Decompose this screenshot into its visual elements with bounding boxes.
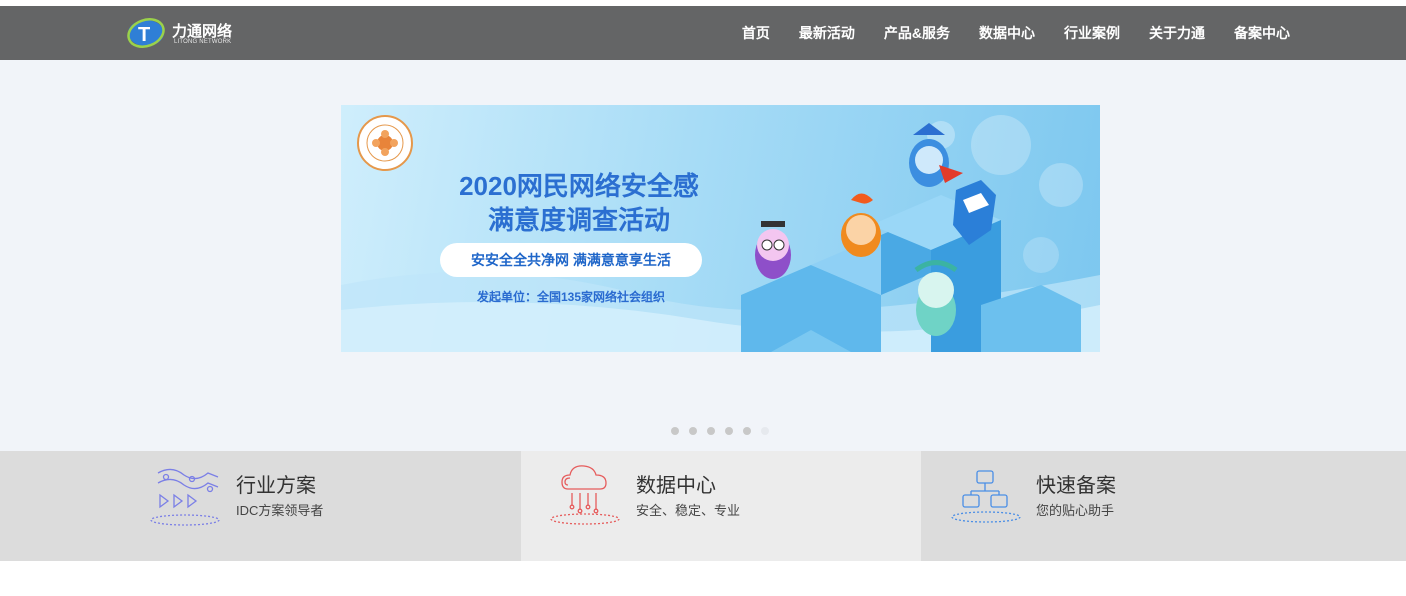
- feature-subtitle: IDC方案领导者: [236, 503, 324, 518]
- industry-solution-icon: [150, 468, 220, 526]
- nav-data-center[interactable]: 数据中心: [979, 23, 1035, 43]
- nav-products-services[interactable]: 产品&服务: [884, 23, 950, 43]
- feature-fast-filing[interactable]: 快速备案 您的贴心助手: [921, 451, 1406, 561]
- feature-title: 快速备案: [1036, 475, 1116, 497]
- feature-title: 行业方案: [236, 475, 316, 497]
- hero-carousel: 2020网民网络安全感 满意度调查活动 安安全全共净网 满满意意享生活 发起单位…: [0, 60, 1406, 451]
- feature-industry-solutions[interactable]: 行业方案 IDC方案领导者: [0, 451, 521, 561]
- logo-globe-icon: T: [127, 18, 165, 48]
- logo[interactable]: T 力通网络 LITONG NETWORK: [124, 14, 244, 52]
- banner-slogan: 安安全全共净网 满满意意享生活: [440, 243, 702, 277]
- carousel-dot-3[interactable]: [707, 427, 715, 435]
- nav-filing-center[interactable]: 备案中心: [1234, 23, 1290, 43]
- banner-slide[interactable]: 2020网民网络安全感 满意度调查活动 安安全全共净网 满满意意享生活 发起单位…: [341, 105, 1100, 352]
- nav-about[interactable]: 关于力通: [1149, 23, 1205, 43]
- feature-subtitle: 您的贴心助手: [1036, 503, 1115, 518]
- feature-data-center[interactable]: 数据中心 安全、稳定、专业: [521, 451, 921, 561]
- carousel-dot-1[interactable]: [671, 427, 679, 435]
- header-bar: T 力通网络 LITONG NETWORK 首页 最新活动 产品&服务 数据中心…: [0, 6, 1406, 60]
- svg-text:T: T: [138, 24, 150, 46]
- main-nav: 首页 最新活动 产品&服务 数据中心 行业案例 关于力通 备案中心: [713, 6, 1290, 60]
- banner-organizer: 发起单位：全国135家网络社会组织: [476, 290, 666, 304]
- feature-title: 数据中心: [636, 475, 716, 497]
- carousel-dot-6[interactable]: [761, 427, 769, 435]
- nav-latest-events[interactable]: 最新活动: [799, 23, 855, 43]
- feature-subtitle: 安全、稳定、专业: [636, 503, 741, 518]
- banner-title-line2: 满意度调查活动: [487, 205, 670, 235]
- nav-industry-cases[interactable]: 行业案例: [1064, 23, 1120, 43]
- carousel-dot-2[interactable]: [689, 427, 697, 435]
- nav-home[interactable]: 首页: [742, 23, 770, 43]
- organizer-seal: [357, 115, 413, 171]
- network-nodes-icon: [951, 470, 1021, 523]
- cloud-data-icon: [550, 465, 620, 525]
- carousel-dot-4[interactable]: [725, 427, 733, 435]
- carousel-dot-5[interactable]: [743, 427, 751, 435]
- logo-text: 力通网络: [172, 23, 233, 40]
- feature-strip: 行业方案 IDC方案领导者 数据中心 安全、稳定、专业 快速备案 您的贴心助手: [0, 451, 1406, 561]
- logo-subtext: LITONG NETWORK: [174, 39, 232, 45]
- carousel-dots: [671, 427, 779, 435]
- banner-title-line1: 2020网民网络安全感: [459, 171, 699, 201]
